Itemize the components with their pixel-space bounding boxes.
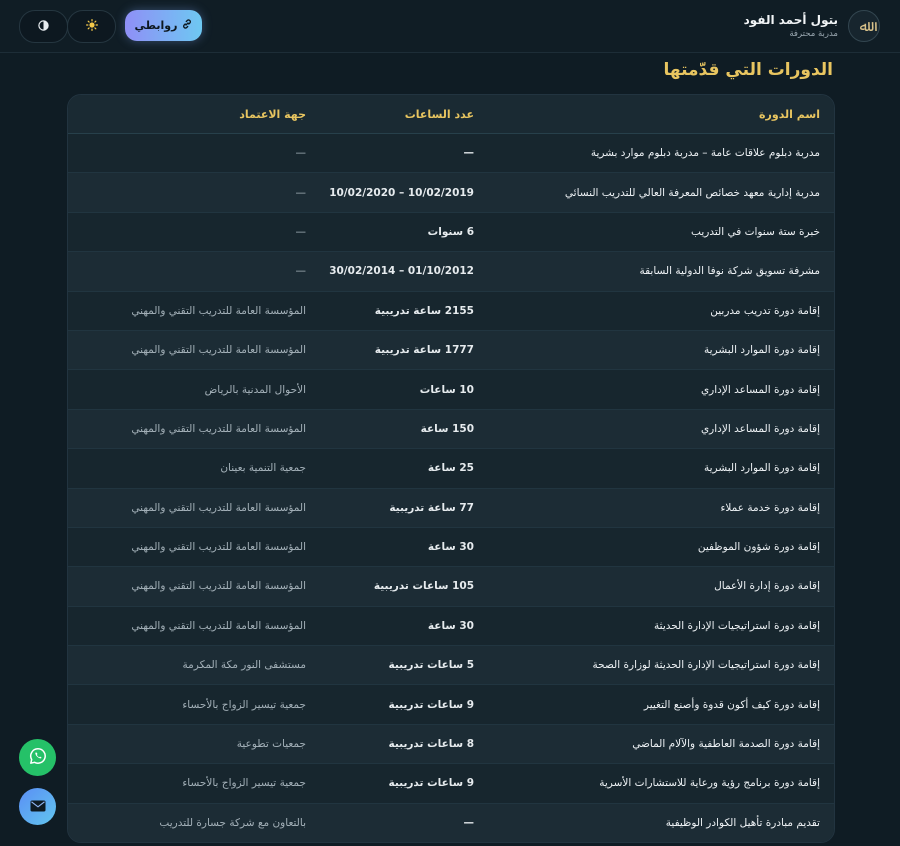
cell-course-name: مدربة إدارية معهد خصائص المعرفة العالي ل…: [488, 172, 834, 213]
cell-entity: المؤسسة العامة للتدريب التقني والمهني: [68, 566, 320, 607]
cell-entity: المؤسسة العامة للتدريب التقني والمهني: [68, 488, 320, 528]
cell-hours: 10 ساعات: [320, 369, 488, 410]
cell-entity: المؤسسة العامة للتدريب التقني والمهني: [68, 330, 320, 371]
whatsapp-icon: [29, 747, 47, 769]
table-row: إقامة دورة إدارة الأعمال 105 ساعات تدريبي…: [68, 566, 834, 607]
cell-hours: 25 ساعة: [320, 448, 488, 489]
cell-course-name: إقامة دورة إدارة الأعمال: [488, 566, 834, 607]
table-row: إقامة دورة الموارد البشرية 25 ساعة جمعية ا…: [68, 448, 834, 489]
cell-entity: جمعية تيسير الزواج بالأحساء: [68, 684, 320, 725]
sun-icon: [85, 18, 98, 35]
cell-course-name: إقامة دورة الموارد البشرية: [488, 448, 834, 489]
table-row: إقامة دورة المساعد الإداري 150 ساعة المؤسس…: [68, 409, 834, 450]
table-row: إقامة دورة استراتيجيات الإدارة الحديثة ل…: [68, 645, 834, 686]
theme-light-button[interactable]: [67, 10, 116, 43]
table-row: إقامة دورة تدريب مدربين 2155 ساعة تدريبية…: [68, 291, 834, 331]
cell-entity: بالتعاون مع شركة جسارة للتدريب: [68, 803, 320, 843]
cell-course-name: مشرفة تسويق شركة نوفا الدولية السابقة: [488, 251, 834, 292]
cell-hours: 9 ساعات تدريبية: [320, 763, 488, 804]
cell-hours: 9 ساعات تدريبية: [320, 684, 488, 725]
cell-course-name: إقامة دورة كيف أكون قدوة وأصنع التغيير: [488, 684, 834, 725]
cell-course-name: إقامة دورة الموارد البشرية: [488, 330, 834, 371]
logo-glyph: ﷲ: [859, 17, 869, 35]
table-row: إقامة دورة كيف أكون قدوة وأصنع التغيير 9 …: [68, 684, 834, 725]
cell-course-name: خبرة ستة سنوات في التدريب: [488, 212, 834, 253]
cell-entity: جمعية التنمية بعينان: [68, 448, 320, 489]
cell-hours: 5 ساعات تدريبية: [320, 645, 488, 686]
table-row: إقامة دورة شؤون الموظفين 30 ساعة المؤسسة ا…: [68, 527, 834, 568]
cell-course-name: مدربة دبلوم علاقات عامة – مدربة دبلوم مو…: [488, 133, 834, 174]
cell-course-name: تقديم مبادرة تأهيل الكوادر الوظيفية: [488, 803, 834, 843]
table-row: خبرة ستة سنوات في التدريب 6 سنوات —: [68, 212, 834, 253]
cell-entity: —: [68, 212, 320, 253]
table-row: تقديم مبادرة تأهيل الكوادر الوظيفية — بالت…: [68, 803, 834, 843]
table-row: مشرفة تسويق شركة نوفا الدولية السابقة 01/…: [68, 251, 834, 292]
cell-entity: جمعية تيسير الزواج بالأحساء: [68, 763, 320, 804]
contrast-toggle-button[interactable]: [19, 10, 68, 43]
cell-hours: —: [320, 133, 488, 174]
mail-button[interactable]: [19, 788, 56, 825]
cell-hours: 10/02/2019 – 10/02/2020: [320, 172, 488, 213]
courses-table-card: اسم الدورة عدد الساعات جهة الاعتماد مدرب…: [67, 94, 835, 844]
cell-entity: —: [68, 251, 320, 292]
table-row: إقامة دورة استراتيجيات الإدارة الحديثة 30…: [68, 606, 834, 647]
cell-course-name: إقامة دورة تدريب مدربين: [488, 291, 834, 331]
cell-hours: 1777 ساعة تدريبية: [320, 330, 488, 371]
table-header-row: اسم الدورة عدد الساعات جهة الاعتماد: [68, 95, 834, 134]
cell-course-name: إقامة دورة شؤون الموظفين: [488, 527, 834, 568]
cell-course-name: إقامة دورة استراتيجيات الإدارة الحديثة ل…: [488, 645, 834, 686]
cell-hours: 8 ساعات تدريبية: [320, 724, 488, 765]
cell-hours: 150 ساعة: [320, 409, 488, 450]
whatsapp-button[interactable]: [19, 739, 56, 776]
links-button-label: روابطي: [134, 19, 178, 32]
cell-hours: 2155 ساعة تدريبية: [320, 291, 488, 331]
cell-hours: 77 ساعة تدريبية: [320, 488, 488, 528]
header-course-name: اسم الدورة: [488, 95, 834, 134]
section-title: الدورات التي قدّمتها: [663, 60, 833, 80]
cell-entity: المؤسسة العامة للتدريب التقني والمهني: [68, 291, 320, 331]
profile-role: مدربة محترفة: [789, 28, 838, 39]
profile-logo: ﷲ: [848, 10, 880, 42]
cell-hours: 30 ساعة: [320, 527, 488, 568]
cell-hours: 6 سنوات: [320, 212, 488, 253]
top-header: ﷲ بتول أحمد الفود مدربة محترفة روابطي: [0, 0, 900, 53]
header-hours: عدد الساعات: [320, 95, 488, 134]
table-row: إقامة دورة خدمة عملاء 77 ساعة تدريبية المؤ…: [68, 488, 834, 528]
cell-entity: المؤسسة العامة للتدريب التقني والمهني: [68, 606, 320, 647]
cell-entity: الأحوال المدنية بالرياض: [68, 369, 320, 410]
profile-name: بتول أحمد الفود: [743, 12, 838, 27]
cell-hours: —: [320, 803, 488, 843]
cell-entity: المؤسسة العامة للتدريب التقني والمهني: [68, 409, 320, 450]
cell-course-name: إقامة دورة المساعد الإداري: [488, 409, 834, 450]
profile-block[interactable]: ﷲ بتول أحمد الفود مدربة محترفة: [744, 9, 880, 43]
courses-table: اسم الدورة عدد الساعات جهة الاعتماد مدرب…: [68, 95, 834, 843]
cell-entity: —: [68, 133, 320, 174]
table-row: مدربة دبلوم علاقات عامة – مدربة دبلوم مو…: [68, 133, 834, 174]
profile-text: بتول أحمد الفود مدربة محترفة: [744, 12, 838, 41]
link-icon: [182, 19, 192, 32]
mail-icon: [30, 797, 46, 816]
table-row: إقامة دورة برنامج رؤية ورعاية للاستشارات…: [68, 763, 834, 804]
cell-hours: 30 ساعة: [320, 606, 488, 647]
cell-hours: 01/10/2012 – 30/02/2014: [320, 251, 488, 292]
header-entity: جهة الاعتماد: [68, 95, 320, 134]
table-row: مدربة إدارية معهد خصائص المعرفة العالي ل…: [68, 172, 834, 213]
cell-course-name: إقامة دورة برنامج رؤية ورعاية للاستشارات…: [488, 763, 834, 804]
table-row: إقامة دورة الموارد البشرية 1777 ساعة تدري…: [68, 330, 834, 371]
cell-entity: جمعيات تطوعية: [68, 724, 320, 765]
cell-course-name: إقامة دورة المساعد الإداري: [488, 369, 834, 410]
cell-entity: —: [68, 172, 320, 213]
cell-hours: 105 ساعات تدريبية: [320, 566, 488, 607]
contrast-icon: [38, 19, 49, 34]
links-button[interactable]: روابطي: [125, 10, 202, 41]
cell-entity: مستشفى النور مكة المكرمة: [68, 645, 320, 686]
table-row: إقامة دورة المساعد الإداري 10 ساعات الأحوا…: [68, 369, 834, 410]
cell-entity: المؤسسة العامة للتدريب التقني والمهني: [68, 527, 320, 568]
cell-course-name: إقامة دورة خدمة عملاء: [488, 488, 834, 528]
table-row: إقامة دورة الصدمة العاطفية والآلام الماض…: [68, 724, 834, 765]
cell-course-name: إقامة دورة الصدمة العاطفية والآلام الماض…: [488, 724, 834, 765]
cell-course-name: إقامة دورة استراتيجيات الإدارة الحديثة: [488, 606, 834, 647]
